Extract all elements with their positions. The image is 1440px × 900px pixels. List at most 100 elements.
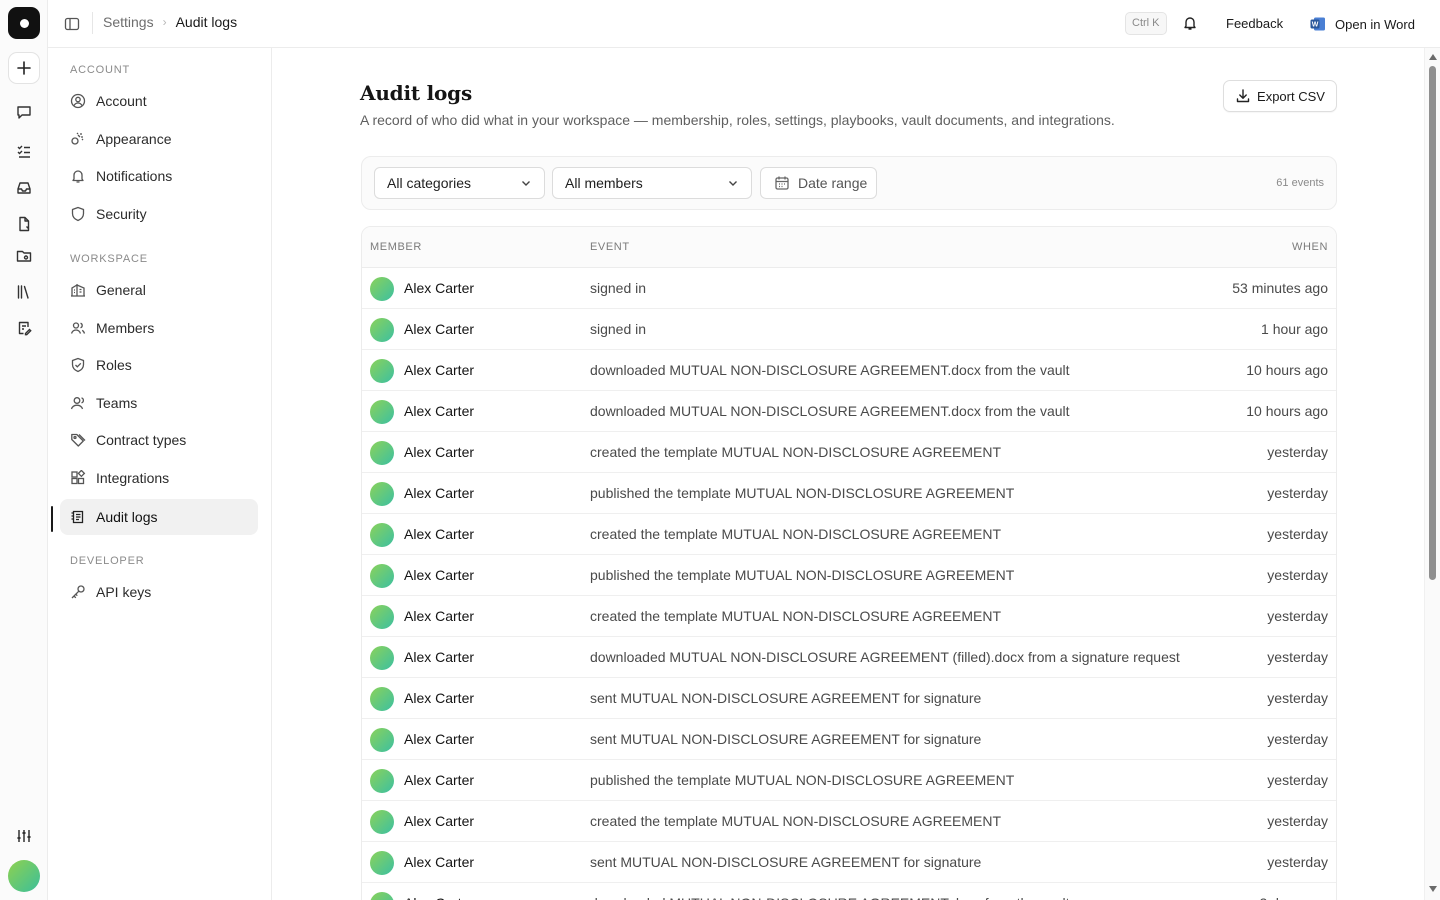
event-description: sent MUTUAL NON-DISCLOSURE AGREEMENT for… — [590, 731, 982, 747]
breadcrumb-settings[interactable]: Settings — [103, 14, 154, 30]
library-icon[interactable] — [12, 280, 36, 304]
event-time: yesterday — [1267, 608, 1328, 624]
feedback-button[interactable]: Feedback — [1214, 8, 1295, 40]
plus-icon — [17, 61, 31, 75]
table-row[interactable]: Alex Carter created the template MUTUAL N… — [362, 514, 1336, 555]
table-row[interactable]: Alex Carter published the template MUTUAL… — [362, 760, 1336, 801]
member-name: Alex Carter — [404, 321, 475, 337]
user-group-icon — [69, 394, 87, 412]
avatar — [370, 564, 394, 588]
bell-icon[interactable] — [1180, 13, 1200, 33]
member-name: Alex Carter — [404, 280, 475, 296]
avatar — [370, 892, 394, 900]
column-header-when[interactable]: WHEN — [1292, 241, 1328, 253]
table-row[interactable]: Alex Carter sent MUTUAL NON-DISCLOSURE AG… — [362, 719, 1336, 760]
sidebar-item-contract-types[interactable]: Contract types — [60, 422, 258, 458]
command-shortcut[interactable]: Ctrl K — [1125, 12, 1167, 35]
logo-icon[interactable] — [8, 7, 40, 39]
blocks-icon — [69, 469, 87, 487]
sidebar-item-label: Integrations — [96, 470, 170, 486]
sidebar-item-label: General — [96, 282, 146, 298]
calendar-icon — [774, 175, 790, 191]
category-select[interactable]: All categories — [374, 167, 545, 199]
member-name: Alex Carter — [404, 567, 475, 583]
folder-icon[interactable] — [12, 244, 36, 268]
checklist-icon[interactable] — [12, 140, 36, 164]
avatar — [370, 318, 394, 342]
document-icon[interactable] — [12, 212, 36, 236]
event-time: yesterday — [1267, 813, 1328, 829]
event-description: published the template MUTUAL NON-DISCLO… — [590, 567, 1015, 583]
sidebar-item-account[interactable]: Account — [60, 83, 258, 119]
column-header-member[interactable]: MEMBER — [370, 241, 422, 253]
avatar — [370, 687, 394, 711]
table-row[interactable]: Alex Carter downloaded MUTUAL NON-DISCLOS… — [362, 883, 1336, 900]
event-description: downloaded MUTUAL NON-DISCLOSURE AGREEME… — [590, 649, 1180, 665]
scrollbar[interactable] — [1424, 48, 1440, 900]
table-row[interactable]: Alex Carter created the template MUTUAL N… — [362, 432, 1336, 473]
sidebar-item-general[interactable]: General — [60, 272, 258, 308]
breadcrumb-current: Audit logs — [175, 14, 238, 30]
member-name: Alex Carter — [404, 895, 474, 900]
sidebar-item-label: Notifications — [96, 168, 173, 184]
sidebar-item-label: API keys — [96, 584, 152, 600]
sidebar-item-integrations[interactable]: Integrations — [60, 460, 258, 496]
table-row[interactable]: Alex Carter published the template MUTUAL… — [362, 555, 1336, 596]
table-row[interactable]: Alex Carter downloaded MUTUAL NON-DISCLOS… — [362, 350, 1336, 391]
new-button[interactable] — [8, 52, 40, 84]
scrollbar-thumb[interactable] — [1429, 66, 1436, 580]
event-time: 1 hour ago — [1261, 321, 1328, 337]
member-name: Alex Carter — [404, 813, 475, 829]
avatar — [370, 646, 394, 670]
table-row[interactable]: Alex Carter created the template MUTUAL N… — [362, 596, 1336, 637]
export-csv-button[interactable]: Export CSV — [1223, 80, 1337, 112]
sidebar-item-roles[interactable]: Roles — [60, 347, 258, 383]
date-range-button[interactable]: Date range — [760, 167, 877, 199]
open-in-word-button[interactable]: W Open in Word — [1304, 8, 1421, 40]
chat-icon[interactable] — [12, 100, 36, 124]
main-content: Audit logs A record of who did what in y… — [272, 48, 1424, 900]
palette-icon — [69, 130, 87, 148]
download-icon — [1235, 88, 1251, 104]
breadcrumb: Settings › Audit logs — [103, 14, 237, 30]
scroll-down-arrow-icon[interactable] — [1429, 886, 1437, 892]
sidebar-item-members[interactable]: Members — [60, 310, 258, 346]
edit-document-icon[interactable] — [12, 316, 36, 340]
section-account: ACCOUNT — [70, 64, 130, 76]
sidebar-item-notifications[interactable]: Notifications — [60, 158, 258, 194]
sliders-icon[interactable] — [12, 824, 36, 848]
members-select[interactable]: All members — [552, 167, 752, 199]
sidebar-item-label: Roles — [96, 357, 132, 373]
avatar — [370, 441, 394, 465]
breadcrumb-separator: › — [162, 15, 167, 29]
event-description: sent MUTUAL NON-DISCLOSURE AGREEMENT for… — [590, 854, 982, 870]
inbox-icon[interactable] — [12, 176, 36, 200]
sidebar-item-audit-logs[interactable]: Audit logs — [60, 499, 258, 535]
table-row[interactable]: Alex Carter downloaded MUTUAL NON-DISCLOS… — [362, 391, 1336, 432]
column-header-event[interactable]: EVENT — [590, 241, 630, 253]
sidebar-toggle-icon[interactable] — [62, 13, 82, 35]
avatar — [370, 277, 394, 301]
avatar — [370, 605, 394, 629]
table-row[interactable]: Alex Carter signed in 53 minutes ago — [362, 268, 1336, 309]
section-developer: DEVELOPER — [70, 555, 145, 567]
sidebar-item-teams[interactable]: Teams — [60, 385, 258, 421]
sidebar-item-label: Contract types — [96, 432, 187, 448]
sidebar-item-label: Audit logs — [96, 509, 158, 525]
sidebar-item-api-keys[interactable]: API keys — [60, 574, 258, 610]
sidebar-item-appearance[interactable]: Appearance — [60, 121, 258, 157]
table-row[interactable]: Alex Carter sent MUTUAL NON-DISCLOSURE AG… — [362, 842, 1336, 883]
scroll-up-arrow-icon[interactable] — [1429, 54, 1437, 60]
sidebar-item-security[interactable]: Security — [60, 196, 258, 232]
table-row[interactable]: Alex Carter created the template MUTUAL N… — [362, 801, 1336, 842]
table-row[interactable]: Alex Carter signed in 1 hour ago — [362, 309, 1336, 350]
member-name: Alex Carter — [404, 731, 475, 747]
table-row[interactable]: Alex Carter downloaded MUTUAL NON-DISCLOS… — [362, 637, 1336, 678]
table-row[interactable]: Alex Carter sent MUTUAL NON-DISCLOSURE AG… — [362, 678, 1336, 719]
page-title: Audit logs — [360, 81, 473, 105]
table-row[interactable]: Alex Carter published the template MUTUAL… — [362, 473, 1336, 514]
event-count: 61 events — [1276, 177, 1324, 189]
user-avatar[interactable] — [8, 860, 40, 892]
table-header: MEMBER EVENT WHEN — [362, 227, 1336, 268]
top-bar: Settings › Audit logs Ctrl K Feedback W … — [48, 0, 1440, 48]
